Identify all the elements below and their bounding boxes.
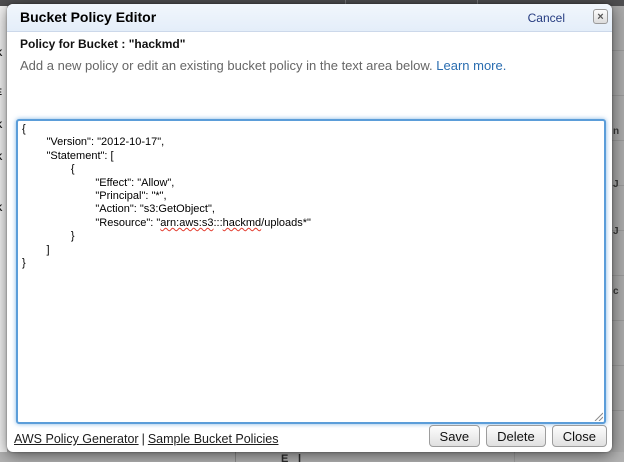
sample-bucket-policies-link[interactable]: Sample Bucket Policies xyxy=(148,432,279,446)
footer-links: AWS Policy Generator|Sample Bucket Polic… xyxy=(14,432,278,446)
learn-more-link[interactable]: Learn more. xyxy=(436,58,506,73)
bucket-policy-editor-dialog: Bucket Policy Editor Cancel × Policy for… xyxy=(7,4,612,452)
resize-handle-icon[interactable] xyxy=(593,411,603,421)
close-icon[interactable]: × xyxy=(593,9,608,24)
background-text-fragment: K xyxy=(0,120,3,130)
background-text-fragment: E xyxy=(281,453,288,462)
description-text: Add a new policy or edit an existing buc… xyxy=(20,58,436,73)
background-text-fragment: l xyxy=(298,453,301,462)
screen: K E K K K n J J c E l Bucket Policy Edit… xyxy=(0,0,624,462)
aws-policy-generator-link[interactable]: AWS Policy Generator xyxy=(14,432,139,446)
policy-textarea[interactable]: { "Version": "2012-10-17", "Statement": … xyxy=(16,119,606,424)
background-page-bottom-strip: E l xyxy=(0,452,624,462)
background-column-divider xyxy=(514,452,515,462)
link-separator: | xyxy=(139,432,148,446)
policy-for-bucket-label: Policy for Bucket : "hackmd" xyxy=(20,37,185,51)
save-button[interactable]: Save xyxy=(429,425,481,447)
background-text-fragment: E xyxy=(0,87,2,97)
dialog-button-row: Save Delete Close xyxy=(429,425,607,447)
background-text-fragment: K xyxy=(0,203,3,213)
background-text-fragment: c xyxy=(613,286,619,297)
background-text-fragment: J xyxy=(613,226,619,237)
background-text-fragment: J xyxy=(613,179,619,190)
dialog-header: Bucket Policy Editor Cancel × xyxy=(7,4,612,32)
background-column-divider xyxy=(235,452,236,462)
cancel-link[interactable]: Cancel xyxy=(528,11,565,25)
background-text-fragment: K xyxy=(0,152,3,162)
delete-button[interactable]: Delete xyxy=(486,425,546,447)
dialog-description: Add a new policy or edit an existing buc… xyxy=(20,58,506,73)
dialog-title: Bucket Policy Editor xyxy=(20,9,156,25)
background-page-left-strip: K E K K K xyxy=(0,6,7,452)
background-text-fragment: n xyxy=(613,126,619,137)
background-page-right-strip: n J J c xyxy=(612,6,624,452)
close-button[interactable]: Close xyxy=(552,425,607,447)
background-text-fragment: K xyxy=(0,48,3,58)
